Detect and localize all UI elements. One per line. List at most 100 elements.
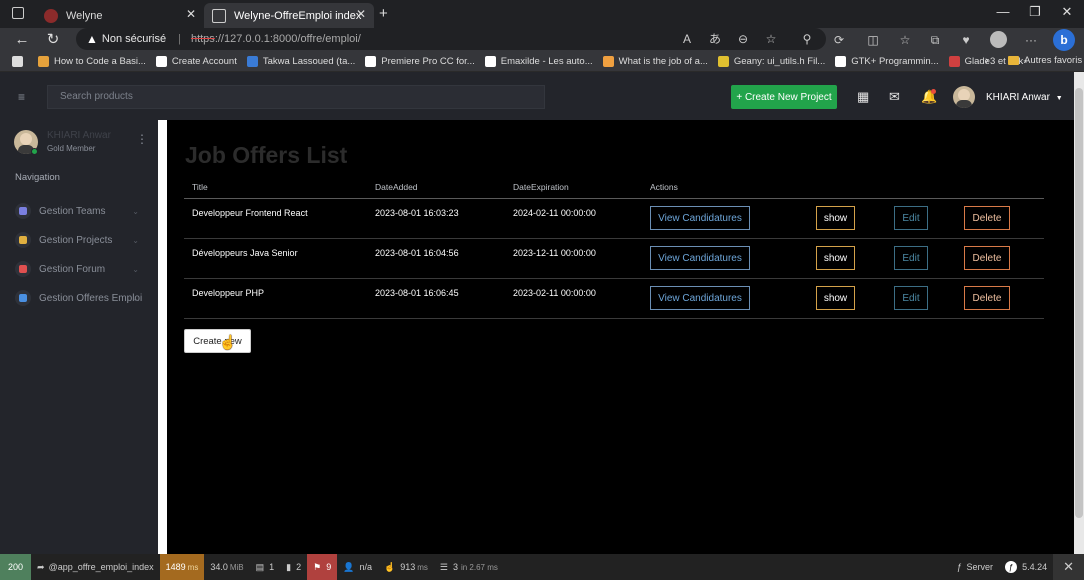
show-button[interactable]: show xyxy=(816,246,855,270)
split-screen-icon[interactable]: ◫ xyxy=(864,31,882,49)
delete-button[interactable]: Delete xyxy=(964,206,1010,230)
translate-icon[interactable]: あ xyxy=(706,30,724,48)
bookmark-item[interactable]: How to Code a Basi... xyxy=(38,56,146,67)
view-candidatures-button[interactable]: View Candidatures xyxy=(650,246,750,270)
read-aloud-icon[interactable]: A xyxy=(678,30,696,48)
address-bar-row: ← ↻ ▲ Non sécurisé | https ://127.0.0.1:… xyxy=(0,28,1084,52)
refresh-extension-icon[interactable]: ⟳ xyxy=(830,31,848,49)
create-new-button[interactable]: Create new xyxy=(184,329,251,353)
folder-icon xyxy=(1008,56,1019,65)
create-project-button[interactable]: + Create New Project xyxy=(731,85,837,109)
close-tab-icon[interactable]: ✕ xyxy=(356,7,366,21)
profile-avatar-icon[interactable] xyxy=(990,31,1007,48)
bookmark-item[interactable]: Takwa Lassoued (ta... xyxy=(246,56,355,67)
minimize-icon[interactable]: — xyxy=(988,4,1018,19)
redirect-icon: ➦ xyxy=(37,561,45,572)
profile-options-icon[interactable]: ⋮ xyxy=(136,132,148,146)
browser-tab-bar: Welyne ✕ Welyne-OffreEmploi index ✕ + — … xyxy=(0,0,1084,28)
tab-offre-emploi[interactable]: Welyne-OffreEmploi index ✕ xyxy=(204,3,374,28)
bookmark-favicon-icon xyxy=(38,56,49,67)
bing-icon[interactable]: b xyxy=(1053,29,1075,51)
bookmark-favicon-icon xyxy=(948,56,960,67)
delete-button[interactable]: Delete xyxy=(964,286,1010,310)
tab-welyne[interactable]: Welyne ✕ xyxy=(36,3,204,28)
queries-count: 3 xyxy=(452,562,458,572)
table-row: Developpeur PHP 2023-08-01 16:06:45 2023-0… xyxy=(184,278,1044,319)
tab-title: Welyne-OffreEmploi index xyxy=(234,9,362,22)
edit-button[interactable]: Edit xyxy=(894,286,928,310)
new-tab-button[interactable]: + xyxy=(379,5,388,22)
avatar[interactable] xyxy=(953,86,975,108)
bookmark-item[interactable]: Geany: ui_utils.h Fil... xyxy=(717,56,826,67)
symfony-icon: ƒ xyxy=(956,562,962,572)
col-title: Title xyxy=(184,176,367,199)
sidebar-item-1[interactable]: Gestion Teams ⌄ xyxy=(15,200,155,222)
queries-time: in 2.67 ms xyxy=(460,562,498,572)
show-button[interactable]: show xyxy=(816,206,855,230)
route-panel[interactable]: ➦ @app_offre_emploi_index xyxy=(31,554,160,580)
reload-icon[interactable]: ↻ xyxy=(43,30,63,50)
sidebar-item-label: Gestion Teams xyxy=(39,205,106,217)
favorites-icon[interactable]: ☆ xyxy=(896,31,914,49)
server-panel[interactable]: ƒ Server xyxy=(951,554,1000,580)
sidebar-item-3[interactable]: Gestion Forum ⌄ xyxy=(15,258,155,280)
favorite-star-icon[interactable]: ☆ xyxy=(762,30,780,48)
bookmark-label: Emaxilde - Les auto... xyxy=(500,56,593,67)
more-menu-icon[interactable]: ··· xyxy=(1022,31,1040,49)
bookmark-item[interactable]: Premiere Pro CC for... xyxy=(365,56,475,67)
search-input[interactable]: Search products xyxy=(47,85,545,109)
bookmark-label: Create Account xyxy=(171,56,237,67)
ajax-panel[interactable]: ☝ 913 ms xyxy=(378,554,434,580)
mail-icon[interactable]: ✉ xyxy=(889,89,900,105)
database-panel[interactable]: ☰ 3 in 2.67 ms xyxy=(434,554,504,580)
tab-actions-icon[interactable] xyxy=(12,7,24,19)
bookmark-item[interactable]: GTK+ Programmin... xyxy=(835,56,939,67)
cell-title: Développeurs Java Senior xyxy=(184,238,367,279)
security-panel[interactable]: 👤 n/a xyxy=(337,554,378,580)
menu-toggle-icon[interactable]: ≡ xyxy=(18,90,25,104)
user-menu[interactable]: KHIARI Anwar ▼ xyxy=(986,92,1063,103)
zoom-out-icon[interactable]: ⊖ xyxy=(734,30,752,48)
delete-button[interactable]: Delete xyxy=(964,246,1010,270)
ajax-unit: ms xyxy=(417,562,428,572)
cell-date-added: 2023-08-01 16:03:23 xyxy=(367,198,505,239)
extension-icon[interactable]: ♥ xyxy=(957,31,975,49)
timing-panel[interactable]: 1489 ms xyxy=(159,554,205,580)
location-icon[interactable]: ⚲ xyxy=(798,30,816,48)
app-window: ≡ Search products + Create New Project ▦… xyxy=(0,72,1074,554)
collections-icon[interactable]: ⧉ xyxy=(926,31,944,49)
cache-panel[interactable]: ▮ 2 xyxy=(280,554,307,580)
close-toolbar-button[interactable]: ✕ xyxy=(1053,554,1084,580)
bookmark-item[interactable]: Create Account xyxy=(155,56,237,67)
other-favorites[interactable]: Autres favoris xyxy=(1008,55,1082,66)
chevron-down-icon: ⌄ xyxy=(132,264,139,274)
close-window-icon[interactable]: ✕ xyxy=(1052,4,1082,20)
sidebar-item-2[interactable]: Gestion Projects ⌄ xyxy=(15,229,155,251)
view-candidatures-button[interactable]: View Candidatures xyxy=(650,286,750,310)
close-tab-icon[interactable]: ✕ xyxy=(186,7,196,21)
sidebar-item-4[interactable]: Gestion Offeres Emploi ⌄ xyxy=(15,287,155,309)
edit-button[interactable]: Edit xyxy=(894,206,928,230)
memory-panel[interactable]: 34.0 MiB xyxy=(204,554,249,580)
edit-button[interactable]: Edit xyxy=(894,246,928,270)
back-icon[interactable]: ← xyxy=(12,30,32,50)
users-icon xyxy=(15,203,31,219)
bookmark-label: Geany: ui_utils.h Fil... xyxy=(733,56,826,67)
apps-icon[interactable] xyxy=(12,56,28,67)
scrollbar-thumb[interactable] xyxy=(1075,88,1083,518)
restore-icon[interactable]: ❐ xyxy=(1020,4,1050,20)
address-bar[interactable]: ▲ Non sécurisé | https ://127.0.0.1:8000… xyxy=(76,28,826,50)
grid-icon[interactable]: ▦ xyxy=(857,89,869,105)
chevron-down-icon: ⌄ xyxy=(132,293,139,303)
bookmarks-overflow-icon[interactable]: › xyxy=(985,55,989,67)
cache-count: 2 xyxy=(296,562,302,572)
bookmark-item[interactable]: Emaxilde - Les auto... xyxy=(484,56,593,67)
show-button[interactable]: show xyxy=(816,286,855,310)
logs-panel[interactable]: ▤ 1 xyxy=(250,554,281,580)
version-panel[interactable]: ƒ 5.4.24 xyxy=(999,554,1053,580)
memory-value: 34.0 xyxy=(210,562,228,572)
errors-panel[interactable]: ⚑ 9 xyxy=(307,554,338,580)
bookmark-item[interactable]: What is the job of a... xyxy=(602,56,708,67)
status-code-badge[interactable]: 200 xyxy=(0,554,32,580)
view-candidatures-button[interactable]: View Candidatures xyxy=(650,206,750,230)
